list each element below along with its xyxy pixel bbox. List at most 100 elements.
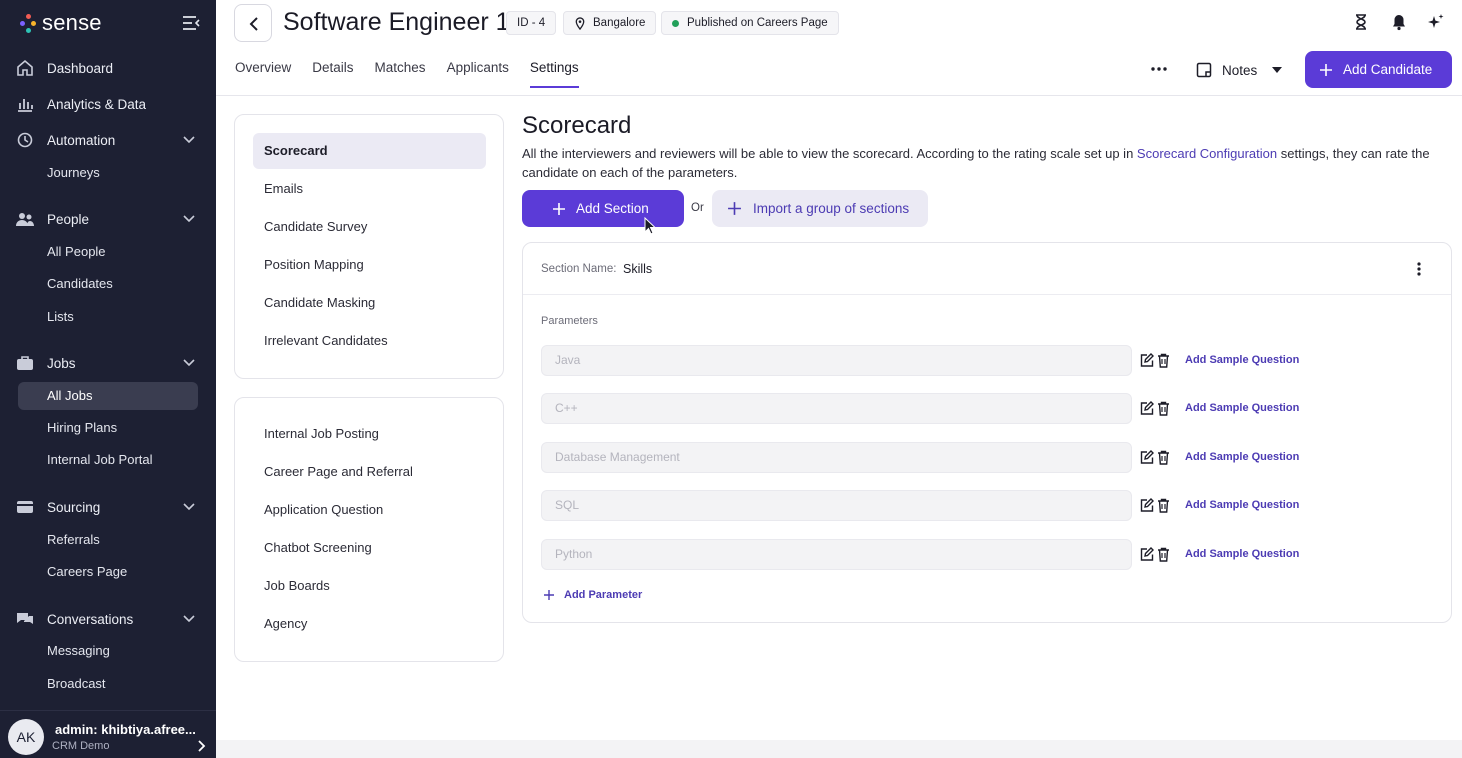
back-button[interactable]: [234, 4, 272, 42]
more-options-icon[interactable]: [1148, 60, 1170, 78]
nav-conversations[interactable]: Conversations: [0, 604, 216, 634]
add-section-label: Add Section: [576, 201, 649, 216]
add-parameter-button[interactable]: Add Parameter: [543, 589, 642, 601]
people-icon: [16, 213, 34, 226]
section-name[interactable]: Skills: [623, 262, 652, 276]
tab-applicants[interactable]: Applicants: [447, 60, 509, 88]
nav-messaging[interactable]: Messaging: [18, 637, 198, 665]
location-pin-icon: [575, 16, 585, 30]
parameter-field[interactable]: C++: [541, 393, 1132, 424]
nav-broadcast[interactable]: Broadcast: [18, 670, 198, 698]
tab-details[interactable]: Details: [312, 60, 353, 88]
edit-icon[interactable]: [1139, 450, 1154, 465]
scorecard-section: Section Name: Skills Parameters Java Add…: [522, 242, 1452, 623]
menu-scorecard[interactable]: Scorecard: [253, 133, 486, 169]
location-label: Bangalore: [593, 17, 646, 29]
notes-label: Notes: [1222, 62, 1258, 78]
avatar[interactable]: AK: [8, 719, 44, 755]
edit-icon[interactable]: [1139, 353, 1154, 368]
chevron-down-icon[interactable]: [182, 501, 196, 513]
ai-sparkle-icon[interactable]: [1427, 13, 1445, 31]
import-sections-button[interactable]: Import a group of sections: [712, 190, 928, 227]
home-icon: [17, 59, 33, 76]
nav-all-jobs[interactable]: All Jobs: [18, 382, 198, 410]
parameter-row: Database Management Add Sample Question: [541, 442, 1341, 473]
menu-chatbot-screening[interactable]: Chatbot Screening: [253, 530, 486, 566]
trash-icon[interactable]: [1157, 450, 1170, 465]
parameter-field[interactable]: Python: [541, 539, 1132, 570]
add-sample-question-link[interactable]: Add Sample Question: [1185, 499, 1299, 511]
nav-jobs[interactable]: Jobs: [0, 348, 216, 378]
nav-sourcing[interactable]: Sourcing: [0, 492, 216, 522]
nav-automation[interactable]: Automation: [0, 125, 216, 155]
chevron-down-icon[interactable]: [182, 134, 196, 146]
page-title: Software Engineer 1: [283, 8, 510, 36]
menu-job-boards[interactable]: Job Boards: [253, 568, 486, 604]
chevron-down-icon[interactable]: [182, 357, 196, 369]
nav-people-label: People: [47, 211, 90, 227]
trash-icon[interactable]: [1157, 498, 1170, 513]
tab-settings[interactable]: Settings: [529, 60, 579, 88]
menu-candidate-masking[interactable]: Candidate Masking: [253, 285, 486, 321]
parameter-row: C++ Add Sample Question: [541, 393, 1341, 424]
bell-icon[interactable]: [1390, 13, 1408, 31]
menu-internal-job-posting[interactable]: Internal Job Posting: [253, 416, 486, 452]
nav-lists[interactable]: Lists: [18, 303, 198, 331]
nav-candidates[interactable]: Candidates: [18, 270, 198, 298]
chevron-down-icon[interactable]: [182, 613, 196, 625]
add-sample-question-link[interactable]: Add Sample Question: [1185, 354, 1299, 366]
nav-careers-page[interactable]: Careers Page: [18, 558, 198, 586]
chat-icon: [17, 613, 33, 624]
nav-referrals[interactable]: Referrals: [18, 526, 198, 554]
add-candidate-button[interactable]: Add Candidate: [1305, 51, 1452, 88]
notes-icon: [1196, 62, 1212, 78]
nav-hiring-plans[interactable]: Hiring Plans: [18, 414, 198, 442]
notes-dropdown[interactable]: Notes: [1196, 58, 1283, 82]
trash-icon[interactable]: [1157, 353, 1170, 368]
edit-icon[interactable]: [1139, 547, 1154, 562]
add-sample-question-link[interactable]: Add Sample Question: [1185, 451, 1299, 463]
parameter-field[interactable]: SQL: [541, 490, 1132, 521]
tab-matches[interactable]: Matches: [375, 60, 426, 88]
user-profile[interactable]: AK admin: khibtiya.afree... CRM Demo: [0, 710, 216, 758]
collapse-sidebar-icon[interactable]: [181, 13, 201, 33]
chevron-down-icon[interactable]: [182, 213, 196, 225]
trash-icon[interactable]: [1157, 401, 1170, 416]
nav-analytics-label: Analytics & Data: [47, 96, 147, 112]
trash-icon[interactable]: [1157, 547, 1170, 562]
job-header: Software Engineer 1 ID - 4 Bangalore Pub…: [216, 0, 1462, 96]
chevron-right-icon[interactable]: [196, 739, 206, 753]
sourcing-icon: [17, 501, 33, 513]
scorecard-configuration-link[interactable]: Scorecard Configuration: [1137, 146, 1277, 161]
nav-dashboard[interactable]: Dashboard: [0, 53, 216, 83]
nav-internal-job-portal[interactable]: Internal Job Portal: [18, 446, 198, 474]
parameter-field[interactable]: Database Management: [541, 442, 1132, 473]
nav-all-people[interactable]: All People: [18, 238, 198, 266]
hourglass-icon[interactable]: [1352, 13, 1370, 31]
status-dot-icon: [672, 19, 679, 27]
menu-application-question[interactable]: Application Question: [253, 492, 486, 528]
nav-journeys[interactable]: Journeys: [18, 159, 198, 187]
menu-emails[interactable]: Emails: [253, 171, 486, 207]
page-footer-band: [216, 740, 1462, 758]
kebab-menu-icon[interactable]: [1413, 260, 1425, 278]
automation-icon: [17, 132, 33, 148]
edit-icon[interactable]: [1139, 401, 1154, 416]
edit-icon[interactable]: [1139, 498, 1154, 513]
add-sample-question-link[interactable]: Add Sample Question: [1185, 402, 1299, 414]
menu-career-page-referral[interactable]: Career Page and Referral: [253, 454, 486, 490]
tab-overview[interactable]: Overview: [235, 60, 291, 88]
add-section-button[interactable]: Add Section: [522, 190, 684, 227]
mouse-cursor-icon: [644, 217, 656, 235]
description-text: All the interviewers and reviewers will …: [522, 146, 1137, 161]
menu-agency[interactable]: Agency: [253, 606, 486, 642]
menu-position-mapping[interactable]: Position Mapping: [253, 247, 486, 283]
add-sample-question-link[interactable]: Add Sample Question: [1185, 548, 1299, 560]
nav-people[interactable]: People: [0, 204, 216, 234]
menu-irrelevant-candidates[interactable]: Irrelevant Candidates: [253, 323, 486, 359]
parameter-field[interactable]: Java: [541, 345, 1132, 376]
location-chip: Bangalore: [563, 11, 657, 35]
nav-analytics[interactable]: Analytics & Data: [0, 89, 216, 119]
brand-logo[interactable]: sense: [20, 10, 102, 36]
menu-candidate-survey[interactable]: Candidate Survey: [253, 209, 486, 245]
